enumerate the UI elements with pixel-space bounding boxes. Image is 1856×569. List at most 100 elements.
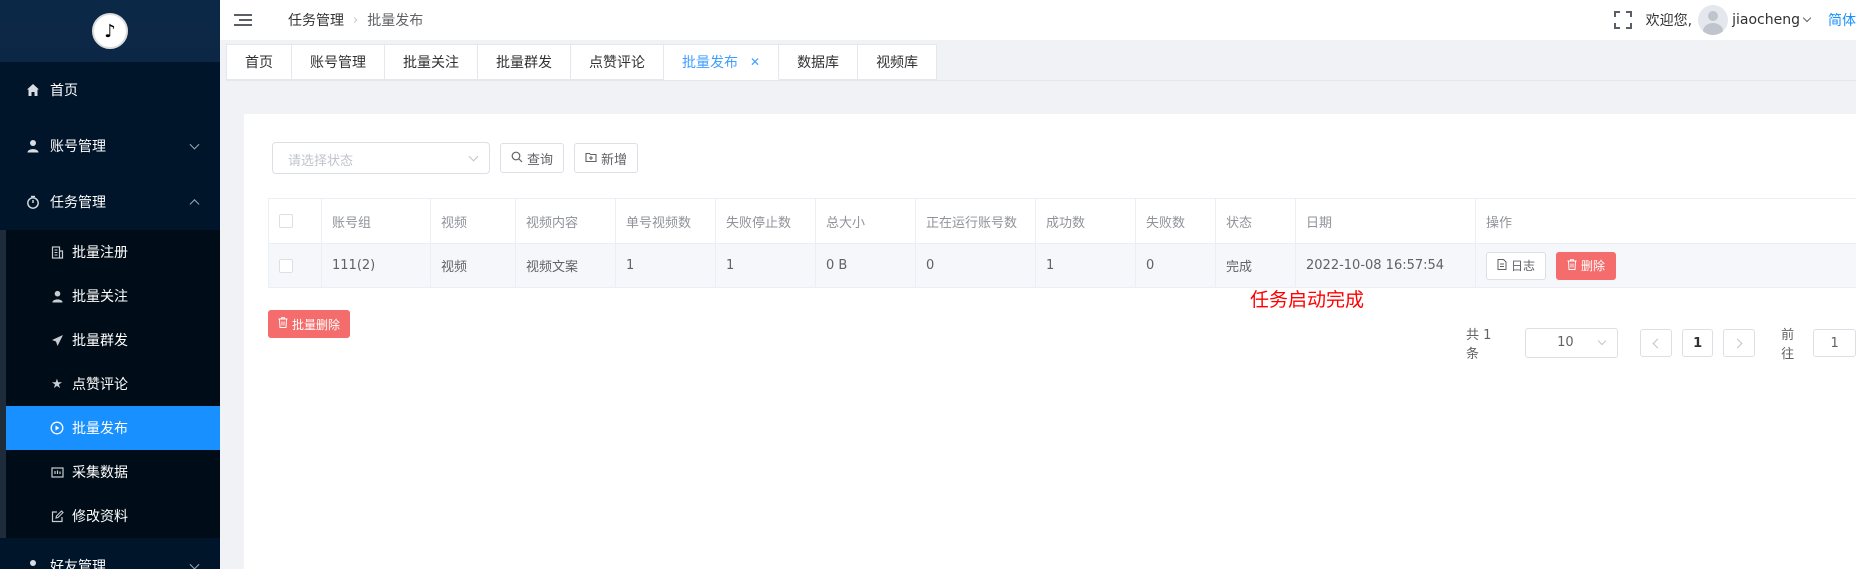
tab-batch-follow[interactable]: 批量关注 <box>385 44 478 80</box>
home-icon <box>24 83 42 97</box>
search-icon <box>511 151 523 166</box>
chevron-down-icon <box>189 559 200 569</box>
table-cell: 完成 <box>1216 244 1296 287</box>
tab-like-comment[interactable]: 点赞评论 <box>571 44 664 80</box>
sidebar-item-label: 点赞评论 <box>72 377 128 393</box>
table-cell: 1 <box>716 244 816 287</box>
goto-page-input[interactable]: 1 <box>1813 329 1856 357</box>
edit-icon <box>48 509 66 523</box>
table-cell: 2022-10-08 16:57:54 <box>1296 244 1476 287</box>
breadcrumb-separator-icon: › <box>353 12 359 28</box>
page-number-button[interactable]: 1 <box>1681 329 1714 357</box>
sidebar-item-edit-profile[interactable]: 修改资料 <box>6 494 220 538</box>
log-button[interactable]: 日志 <box>1486 251 1547 280</box>
tabs-divider <box>226 80 1856 81</box>
sidebar-item-batch-send[interactable]: 批量群发 <box>6 318 220 362</box>
batch-delete-button[interactable]: 批量删除 <box>268 310 351 338</box>
trash-icon <box>278 317 288 331</box>
batch-delete-label: 批量删除 <box>292 317 341 332</box>
query-button[interactable]: 查询 <box>500 143 565 173</box>
sidebar-item-label: 修改资料 <box>72 509 128 525</box>
chevron-up-icon <box>189 199 200 210</box>
tab-home[interactable]: 首页 <box>226 44 292 80</box>
status-select[interactable]: 请选择状态 <box>272 142 490 174</box>
language-switch[interactable]: 简体 <box>1828 10 1856 30</box>
tab-database[interactable]: 数据库 <box>779 44 859 80</box>
logo-area: ♪ <box>0 0 220 62</box>
menu-item-account[interactable]: 账号管理 <box>0 118 220 174</box>
table-cell: 111(2) <box>322 244 431 287</box>
user-icon <box>24 139 42 153</box>
menu-item-label: 首页 <box>50 83 78 99</box>
welcome-text: 欢迎您, <box>1645 13 1693 29</box>
fullscreen-icon[interactable] <box>1613 11 1632 29</box>
task-submenu: 批量注册 批量关注 批量群发 ★ 点赞评论 批量发布 采集数据 修改资料 <box>0 230 220 538</box>
play-circle-icon <box>48 421 66 435</box>
tab-batch-publish[interactable]: 批量发布 ✕ <box>664 44 780 80</box>
sidebar-item-batch-register[interactable]: 批量注册 <box>6 230 220 274</box>
toolbar: 请选择状态 查询 新增 <box>272 142 639 174</box>
tab-label: 视频库 <box>876 55 919 71</box>
col-header: 视频内容 <box>516 199 616 243</box>
sidebar-item-label: 批量关注 <box>72 289 128 305</box>
col-header: 账号组 <box>322 199 431 243</box>
tab-label: 批量发布 <box>682 55 738 71</box>
tab-video-library[interactable]: 视频库 <box>858 44 938 80</box>
breadcrumb-current: 批量发布 <box>367 13 424 29</box>
prev-page-button[interactable] <box>1640 329 1672 357</box>
menu-item-label: 好友管理 <box>50 559 106 569</box>
menu-item-label: 账号管理 <box>50 139 106 155</box>
next-page-button[interactable] <box>1723 329 1756 357</box>
col-header: 成功数 <box>1036 199 1136 243</box>
col-header: 日期 <box>1296 199 1476 243</box>
table-row[interactable]: 111(2) 视频 视频文案 1 1 0 B 0 1 0 完成 2022-10-… <box>268 244 1856 288</box>
close-icon[interactable]: ✕ <box>750 55 760 69</box>
data-icon <box>48 466 66 479</box>
select-all-checkbox[interactable] <box>279 214 293 228</box>
menu-item-friends[interactable]: 好友管理 <box>0 538 220 569</box>
query-button-label: 查询 <box>527 152 554 168</box>
chevron-down-icon[interactable] <box>1802 13 1812 23</box>
breadcrumb-task-management[interactable]: 任务管理 <box>288 10 344 30</box>
status-select-placeholder: 请选择状态 <box>288 154 354 169</box>
table-cell: 1 <box>1036 244 1136 287</box>
tiktok-logo-icon[interactable]: ♪ <box>92 13 128 49</box>
page-size-select[interactable]: 10 <box>1525 328 1619 358</box>
document-icon <box>48 245 66 259</box>
tab-batch-send[interactable]: 批量群发 <box>478 44 571 80</box>
user-icon <box>48 290 66 303</box>
page-size-value: 10 <box>1557 335 1574 350</box>
table-cell: 0 <box>1136 244 1216 287</box>
table-cell: 视频 <box>431 244 516 287</box>
delete-button[interactable]: 删除 <box>1556 251 1617 280</box>
pagination-total: 共 1 条 <box>1466 328 1492 362</box>
pagination: 共 1 条 10 1 前往 1 <box>1466 324 1856 362</box>
add-button-label: 新增 <box>601 152 628 168</box>
username[interactable]: jiaocheng <box>1732 12 1800 28</box>
status-notice: 任务启动完成 <box>1250 289 1365 311</box>
header-right: 欢迎您, jiaocheng 简体 <box>1613 0 1856 40</box>
table-cell: 0 <box>916 244 1036 287</box>
sidebar-item-batch-publish[interactable]: 批量发布 <box>6 406 220 450</box>
row-checkbox[interactable] <box>279 258 293 273</box>
hamburger-menu-icon[interactable] <box>234 11 252 29</box>
top-header: 任务管理 › 批量发布 欢迎您, jiaocheng 简体 <box>220 0 1856 40</box>
goto-label: 前往 <box>1781 328 1795 362</box>
tab-label: 批量群发 <box>496 55 552 71</box>
tab-label: 批量关注 <box>403 55 459 71</box>
sidebar-item-collect-data[interactable]: 采集数据 <box>6 450 220 494</box>
task-table: 账号组 视频 视频内容 单号视频数 失败停止数 总大小 正在运行账号数 成功数 … <box>268 198 1856 288</box>
menu-item-task[interactable]: 任务管理 <box>0 174 220 230</box>
col-header: 失败停止数 <box>716 199 816 243</box>
sidebar-item-batch-follow[interactable]: 批量关注 <box>6 274 220 318</box>
tab-account[interactable]: 账号管理 <box>292 44 385 80</box>
add-button[interactable]: 新增 <box>574 143 639 173</box>
avatar[interactable] <box>1698 5 1729 35</box>
sidebar-item-label: 批量发布 <box>72 421 128 437</box>
sidebar-item-like-comment[interactable]: ★ 点赞评论 <box>6 362 220 406</box>
table-cell: 0 B <box>816 244 916 287</box>
current-page: 1 <box>1693 335 1703 351</box>
friends-icon <box>24 559 42 569</box>
table-cell: 1 <box>616 244 716 287</box>
menu-item-home[interactable]: 首页 <box>0 62 220 118</box>
